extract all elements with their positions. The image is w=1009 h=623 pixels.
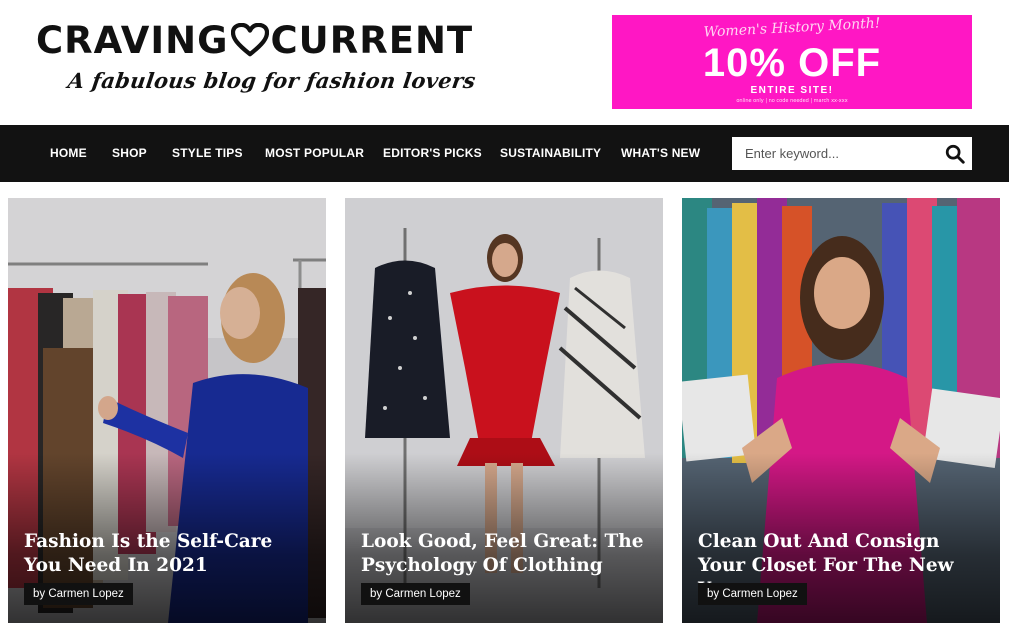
search-input[interactable] bbox=[732, 137, 937, 170]
logo-text-left: CRAVING bbox=[36, 18, 229, 62]
post-author-badge[interactable]: by Carmen Lopez bbox=[698, 583, 807, 605]
search-icon[interactable] bbox=[944, 143, 966, 165]
post-author-badge[interactable]: by Carmen Lopez bbox=[361, 583, 470, 605]
post-card[interactable]: Fashion Is the Self-Care You Need In 202… bbox=[8, 198, 326, 623]
nav-item-editors-picks[interactable]: EDITOR'S PICKS bbox=[383, 125, 482, 182]
promo-subline: ENTIRE SITE! bbox=[750, 85, 834, 96]
nav-item-sustainability[interactable]: SUSTAINABILITY bbox=[500, 125, 601, 182]
nav-item-shop[interactable]: SHOP bbox=[112, 125, 147, 182]
post-title[interactable]: Look Good, Feel Great: The Psychology Of… bbox=[361, 530, 651, 578]
site-header: CRAVING CURRENT A fabulous blog for fash… bbox=[0, 0, 1009, 125]
site-logo[interactable]: CRAVING CURRENT A fabulous blog for fash… bbox=[36, 18, 477, 108]
nav-item-whats-new[interactable]: WHAT'S NEW bbox=[621, 125, 700, 182]
heart-icon bbox=[230, 23, 269, 57]
promo-banner[interactable]: Women's History Month! 10% OFF ENTIRE SI… bbox=[612, 15, 972, 109]
main-navigation: HOME SHOP STYLE TIPS MOST POPULAR EDITOR… bbox=[0, 125, 1009, 182]
post-title[interactable]: Fashion Is the Self-Care You Need In 202… bbox=[24, 530, 314, 578]
site-tagline: A fabulous blog for fashion lovers bbox=[66, 68, 478, 93]
post-author-badge[interactable]: by Carmen Lopez bbox=[24, 583, 133, 605]
nav-item-most-popular[interactable]: MOST POPULAR bbox=[265, 125, 364, 182]
logo-text-right: CURRENT bbox=[270, 18, 474, 62]
logo-wordmark: CRAVING CURRENT bbox=[36, 18, 473, 62]
post-card[interactable]: Clean Out And Consign Your Closet For Th… bbox=[682, 198, 1000, 623]
promo-headline: 10% OFF bbox=[702, 41, 882, 85]
promo-fine-print: online only | no code needed | march xx-… bbox=[736, 98, 848, 104]
nav-item-style-tips[interactable]: STYLE TIPS bbox=[172, 125, 243, 182]
search-box bbox=[732, 137, 972, 170]
post-card[interactable]: Look Good, Feel Great: The Psychology Of… bbox=[345, 198, 663, 623]
nav-item-home[interactable]: HOME bbox=[50, 125, 87, 182]
